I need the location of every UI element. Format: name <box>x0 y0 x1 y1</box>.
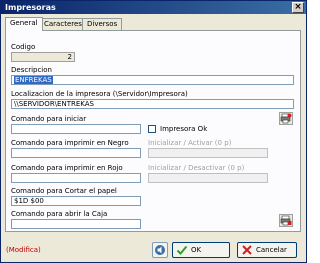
cancel-label: Cancelar <box>256 246 287 254</box>
impresora-ok-label: Impresora Ok <box>160 125 208 133</box>
printer-test-icon <box>280 215 292 226</box>
speaker-icon <box>155 245 165 255</box>
sound-button[interactable] <box>152 242 168 258</box>
comando-caja-field[interactable] <box>11 219 141 229</box>
title-bar: Impresoras × <box>1 1 306 14</box>
inicializar-activar-label: Inicializar / Activar (0 p) <box>148 139 232 147</box>
inicializar-desactivar-field <box>148 173 268 183</box>
window-title: Impresoras <box>5 3 56 12</box>
printer-test-button[interactable] <box>279 214 293 227</box>
general-panel: Codigo 2 Descripcion ENFREKAS Localizaci… <box>5 30 301 232</box>
x-icon <box>242 245 252 255</box>
codigo-label: Codigo <box>11 43 36 51</box>
ok-label: OK <box>191 246 202 254</box>
comando-negro-field[interactable] <box>11 148 141 158</box>
impresora-ok-checkbox[interactable] <box>148 125 156 133</box>
descripcion-field[interactable]: ENFREKAS <box>11 75 294 85</box>
codigo-field: 2 <box>11 52 75 62</box>
printer-config-icon <box>280 113 292 124</box>
printer-config-button[interactable] <box>279 112 293 125</box>
comando-negro-label: Comando para imprimir en Negro <box>11 139 129 147</box>
status-text: (Modifica) <box>6 246 41 254</box>
comando-iniciar-label: Comando para iniciar <box>11 115 87 123</box>
inicializar-desactivar-label: Inicializar / Desactivar (0 p) <box>148 164 245 172</box>
comando-iniciar-field[interactable] <box>11 124 141 134</box>
inicializar-activar-field <box>148 148 268 158</box>
checkmark-icon <box>176 245 188 255</box>
impresoras-dialog: Impresoras × General Caracteres Diversos… <box>0 0 307 263</box>
comando-cortar-field[interactable]: $1D $00 <box>11 196 141 206</box>
descripcion-label: Descripcion <box>11 66 52 74</box>
ok-button[interactable]: OK <box>172 242 230 258</box>
comando-caja-label: Comando para abrir la Caja <box>11 210 108 218</box>
tab-caracteres[interactable]: Caracteres <box>39 18 87 30</box>
close-button[interactable]: × <box>292 2 304 13</box>
tab-diversos[interactable]: Diversos <box>82 18 123 30</box>
descripcion-value: ENFREKAS <box>14 76 53 84</box>
comando-rojo-field[interactable] <box>11 173 141 183</box>
comando-cortar-label: Comando para Cortar el papel <box>11 187 117 195</box>
localizacion-field[interactable]: \\SERVIDOR\ENTREKAS <box>11 99 294 109</box>
localizacion-label: Localizacion de la impresora (\Servidor\… <box>11 90 188 98</box>
comando-rojo-label: Comando para imprimir en Rojo <box>11 164 123 172</box>
cancel-button[interactable]: Cancelar <box>237 242 297 258</box>
button-bar: (Modifica) OK Cancelar <box>1 237 306 263</box>
tab-general[interactable]: General <box>5 17 43 31</box>
